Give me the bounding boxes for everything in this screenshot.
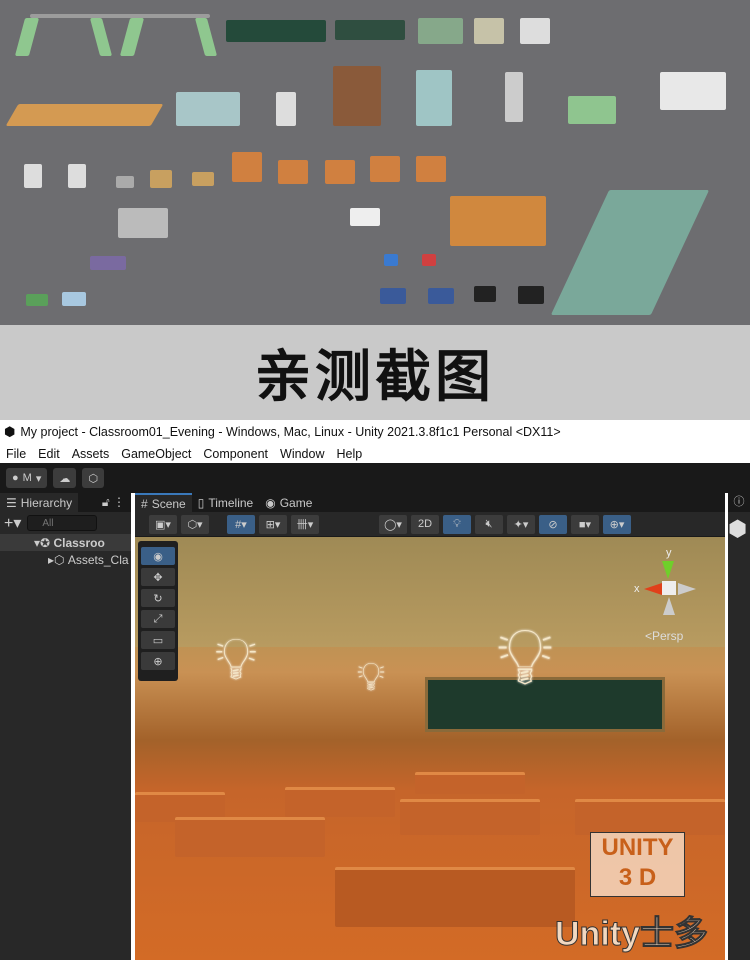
collab-button[interactable]: ⬡	[82, 468, 104, 488]
audio-mute-icon: 🔇︎	[485, 517, 493, 530]
hierarchy-item-assets[interactable]: ▸ ⬡ Assets_Cla	[0, 551, 131, 568]
light-gizmo-icon[interactable]: 💡︎	[357, 657, 385, 697]
window-title: My project - Classroom01_Evening - Windo…	[20, 425, 561, 439]
asset-preview-image	[0, 0, 750, 325]
ruler-dropdown[interactable]: 卌▾	[291, 514, 319, 534]
audio-toggle[interactable]: 🔇︎	[475, 514, 503, 534]
hierarchy-search-input[interactable]	[27, 515, 98, 531]
lighting-toggle[interactable]: 💡︎	[443, 514, 471, 534]
cloud-icon: ☁	[59, 472, 71, 485]
main-toolbar: ● M ▾ ☁ ⬡	[0, 463, 750, 493]
add-button[interactable]: +▾	[4, 513, 21, 533]
menu-edit[interactable]: Edit	[38, 447, 60, 461]
info-icon[interactable]: ⓘ	[728, 493, 750, 512]
tab-game[interactable]: ◉ Game	[259, 493, 318, 512]
cube-icon: ⬡	[54, 552, 65, 567]
cloud-button[interactable]: ☁	[53, 468, 77, 488]
tab-label: Timeline	[208, 495, 254, 510]
visibility-toggle[interactable]: ⊘	[539, 514, 567, 534]
render-mode-dropdown[interactable]: ⬡▾	[181, 514, 209, 534]
account-label: M	[22, 472, 32, 484]
unity-scene-icon: ✪	[40, 535, 51, 550]
light-gizmo-icon[interactable]: 💡︎	[215, 629, 257, 689]
chevron-down-icon: ▾	[35, 472, 42, 485]
scale-tool[interactable]: ⤢	[141, 610, 175, 628]
menu-bar: File Edit Assets GameObject Component Wi…	[0, 444, 750, 463]
item-label: Assets_Cla	[67, 552, 129, 567]
rect-tool[interactable]: ▭	[141, 631, 175, 649]
tab-label: Hierarchy	[20, 495, 73, 510]
item-label: Classroo	[53, 535, 105, 550]
account-icon: ●	[12, 472, 19, 484]
toggle-2d-button[interactable]: 2D	[411, 514, 439, 534]
light-gizmo-icon[interactable]: 💡︎	[497, 617, 553, 697]
tab-scene[interactable]: # Scene	[135, 493, 192, 512]
grid-snap-toggle[interactable]: #▾	[227, 514, 255, 534]
tab-hierarchy[interactable]: ☰ Hierarchy	[0, 493, 79, 512]
hierarchy-panel: ☰Hierarchy 🔓︎ ⋮ +▾ ▾ ✪ Classroo ▸ ⬡ Asset…	[0, 493, 131, 960]
list-icon: ☰	[6, 495, 17, 510]
transform-tool[interactable]: ⊕	[141, 652, 175, 670]
banner: 亲测截图	[0, 325, 750, 420]
collab-icon: ⬡	[88, 472, 98, 485]
scene-toolbar: ▣▾ ⬡▾ #▾ ⊞▾ 卌▾ ◯▾ 2D 💡︎ 🔇︎ ✦▾ ⊘ ■▾ ⊕▾	[135, 512, 725, 537]
draw-mode-dropdown[interactable]: ▣▾	[149, 514, 177, 534]
grid-icon: #	[141, 496, 148, 511]
title-bar: ⬢ My project - Classroom01_Evening - Win…	[0, 420, 750, 444]
projection-label[interactable]: <Persp	[645, 629, 683, 643]
menu-gameobject[interactable]: GameObject	[121, 447, 191, 461]
banner-text: 亲测截图	[255, 345, 495, 410]
inspector-panel: ⓘ ⬢	[728, 493, 750, 960]
lightbulb-icon: 💡︎	[453, 517, 461, 530]
watermark-line2: 3 D	[618, 864, 657, 891]
menu-help[interactable]: Help	[336, 447, 362, 461]
tab-label: Game	[279, 495, 313, 510]
tab-label: Scene	[151, 496, 186, 511]
watermark: UNITY 3 D Unity士多	[555, 822, 725, 960]
watermark-line3: Unity士多	[555, 915, 709, 954]
unity-cube-icon: ⬢	[728, 516, 748, 541]
effects-dropdown[interactable]: ✦▾	[507, 514, 535, 534]
snap-increment-dropdown[interactable]: ⊞▾	[259, 514, 287, 534]
camera-dropdown[interactable]: ■▾	[571, 514, 599, 534]
scene-viewport[interactable]: 💡︎ 💡︎ 💡︎ ◉ ✥ ↻ ⤢ ▭ ⊕ y x <Persp UNITY 3 …	[135, 537, 725, 960]
axis-x-label: x	[634, 583, 640, 595]
tab-timeline[interactable]: ▯ Timeline	[192, 493, 260, 512]
axis-y-label: y	[666, 547, 672, 559]
shading-dropdown[interactable]: ◯▾	[379, 514, 407, 534]
timeline-icon: ▯	[197, 495, 205, 510]
eye-off-icon: ⊘	[548, 518, 558, 531]
menu-window[interactable]: Window	[280, 447, 324, 461]
gamepad-icon: ◉	[265, 495, 276, 510]
move-tool[interactable]: ✥	[141, 568, 175, 586]
menu-component[interactable]: Component	[203, 447, 268, 461]
account-dropdown[interactable]: ● M ▾	[6, 468, 48, 488]
scene-tools-overlay: ◉ ✥ ↻ ⤢ ▭ ⊕	[138, 541, 178, 681]
hierarchy-item-scene[interactable]: ▾ ✪ Classroo	[0, 534, 131, 551]
scene-panel: # Scene ▯ Timeline ◉ Game ▣▾ ⬡▾ #▾ ⊞▾ 卌▾ ◯▾…	[135, 493, 725, 960]
rotate-tool[interactable]: ↻	[141, 589, 175, 607]
scene-gizmo[interactable]: y x	[630, 547, 710, 627]
view-tool[interactable]: ◉	[141, 547, 175, 565]
menu-assets[interactable]: Assets	[72, 447, 110, 461]
unity-logo-icon: ⬢	[4, 424, 16, 439]
lock-icon[interactable]: 🔓︎ ⋮	[102, 495, 125, 510]
menu-file[interactable]: File	[6, 447, 26, 461]
watermark-line1: UNITY	[601, 834, 674, 861]
gizmos-dropdown[interactable]: ⊕▾	[603, 514, 631, 534]
